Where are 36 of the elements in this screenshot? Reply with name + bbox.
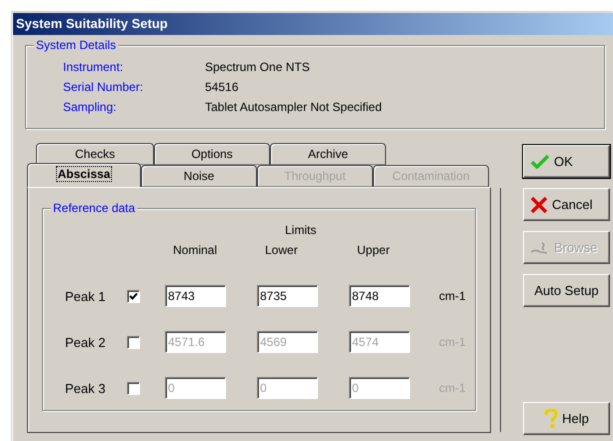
checkbox[interactable]	[127, 290, 140, 302]
tab[interactable]: Archive	[270, 143, 386, 165]
tab[interactable]: Abscissa	[27, 163, 141, 187]
field-value: Spectrum One NTS	[205, 60, 310, 75]
window-title: System Suitability Setup	[13, 13, 613, 35]
field-label: Sampling:	[63, 100, 116, 115]
input-field[interactable]: 8735	[257, 285, 318, 307]
checkbox[interactable]	[127, 382, 140, 394]
tab[interactable]: Options	[154, 143, 270, 165]
unit-label: cm-1	[439, 289, 467, 303]
field-value: 54516	[205, 80, 238, 95]
input-field[interactable]: 8743	[165, 285, 226, 307]
input-field[interactable]: 8748	[349, 285, 410, 307]
column-header: Nominal	[172, 243, 218, 257]
column-header: Limits	[285, 223, 316, 237]
hand-icon	[530, 240, 550, 254]
group-title: Reference data	[51, 201, 138, 215]
field-value: Tablet Autosampler Not Specified	[205, 100, 382, 115]
tab[interactable]: Noise	[141, 165, 257, 187]
tab[interactable]: Checks	[36, 143, 154, 165]
peak-label: Peak 2	[65, 334, 106, 350]
plain-button[interactable]: Auto Setup	[523, 274, 610, 307]
checkmark-icon	[530, 154, 550, 170]
close-icon	[530, 196, 548, 214]
field-label: Serial Number:	[63, 80, 144, 95]
ok-button[interactable]: OK	[523, 145, 610, 178]
help-button[interactable]: Help	[523, 402, 610, 435]
field-label: Instrument:	[63, 60, 124, 75]
group-title: System Details	[34, 38, 118, 52]
checkbox[interactable]	[127, 336, 140, 348]
help-icon	[544, 408, 558, 428]
peak-label: Peak 1	[65, 288, 106, 304]
peak-label: Peak 3	[65, 380, 106, 396]
column-header: Upper	[356, 243, 390, 257]
cancel-button[interactable]: Cancel	[523, 188, 610, 221]
column-header: Lower	[264, 243, 298, 257]
